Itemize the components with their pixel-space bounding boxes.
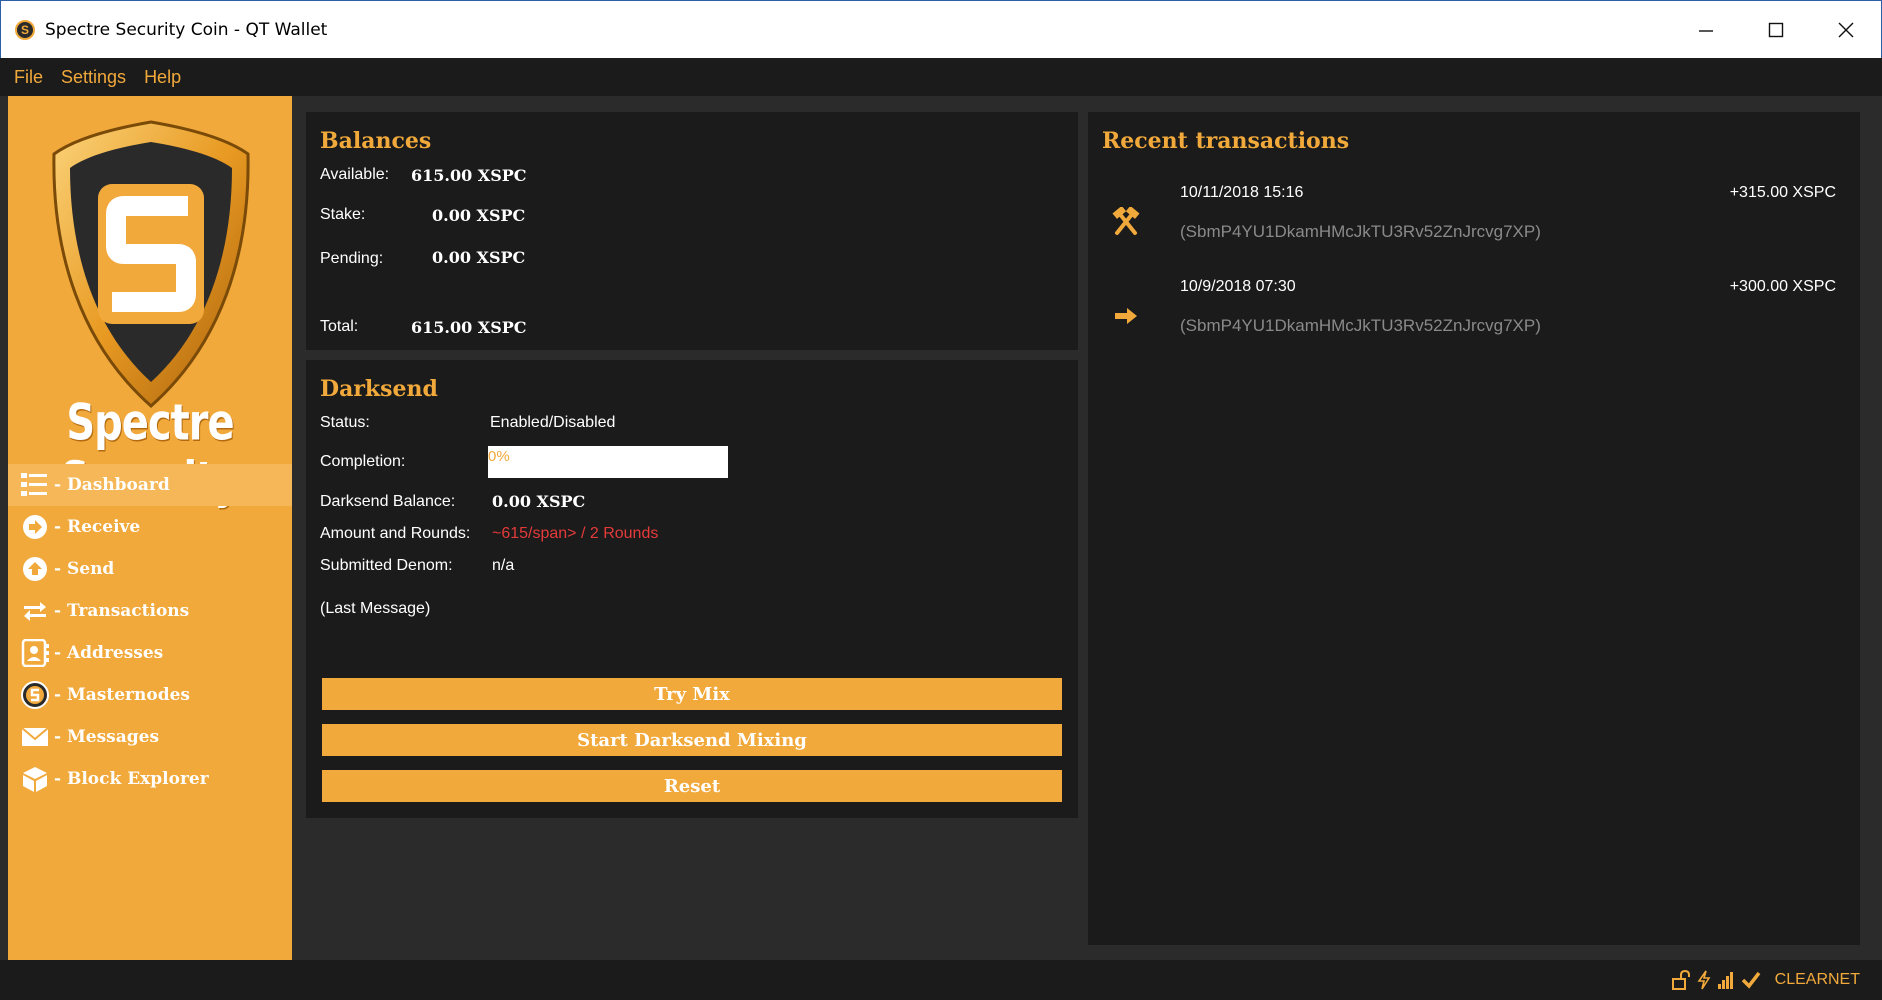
- last-message: (Last Message): [320, 600, 431, 617]
- menu-bar: File Settings Help: [0, 58, 1882, 96]
- transfer-arrows-icon: [20, 596, 50, 626]
- stake-label: Stake:: [320, 206, 366, 223]
- submitted-denom-label: Submitted Denom:: [320, 557, 453, 574]
- minimize-icon[interactable]: [1671, 1, 1741, 59]
- cube-icon: [20, 764, 50, 794]
- transaction-date: 10/11/2018 15:16: [1180, 184, 1304, 201]
- sidebar-item-label: - Addresses: [54, 643, 164, 663]
- menu-settings[interactable]: Settings: [61, 67, 126, 88]
- send-arrow-icon: [20, 554, 50, 584]
- sidebar-item-label: - Receive: [54, 517, 141, 537]
- window-title: Spectre Security Coin - QT Wallet: [45, 19, 328, 40]
- sidebar-item-label: - Block Explorer: [54, 769, 209, 789]
- lightning-icon[interactable]: [1697, 970, 1711, 990]
- available-value: 615.00 XSPC: [411, 166, 527, 185]
- sidebar-item-dashboard[interactable]: - Dashboard: [8, 464, 292, 506]
- amount-rounds-label: Amount and Rounds:: [320, 525, 471, 542]
- total-value: 615.00 XSPC: [411, 318, 527, 337]
- transaction-amount: +315.00 XSPC: [1729, 184, 1836, 201]
- sidebar-nav: - Dashboard - Receive - Send - Transacti…: [8, 464, 292, 800]
- sidebar-item-label: - Messages: [54, 727, 160, 747]
- stake-value: 0.00 XSPC: [432, 206, 526, 225]
- recent-transactions-panel: Recent transactions 10/11/2018 15:16 +31…: [1088, 112, 1860, 945]
- menu-file[interactable]: File: [14, 67, 43, 88]
- transaction-date: 10/9/2018 07:30: [1180, 278, 1296, 295]
- transaction-address: (SbmP4YU1DkamHMcJkTU3Rv52ZnJrcvg7XP): [1180, 222, 1541, 241]
- transaction-row[interactable]: 10/9/2018 07:30 +300.00 XSPC (SbmP4YU1Dk…: [1088, 278, 1868, 368]
- completion-percent: 0%: [488, 448, 510, 465]
- transaction-amount: +300.00 XSPC: [1729, 278, 1836, 295]
- checkmark-icon[interactable]: [1741, 970, 1761, 990]
- incoming-arrow-icon: [1110, 300, 1142, 332]
- dashboard-list-icon: [20, 470, 50, 500]
- start-darksend-mixing-button[interactable]: Start Darksend Mixing: [322, 724, 1062, 756]
- address-book-icon: [20, 638, 50, 668]
- pending-label: Pending:: [320, 250, 384, 267]
- completion-label: Completion:: [320, 453, 406, 470]
- total-label: Total:: [320, 318, 359, 335]
- transaction-row[interactable]: 10/11/2018 15:16 +315.00 XSPC (SbmP4YU1D…: [1088, 184, 1868, 274]
- spectre-shield-logo: [52, 120, 250, 409]
- balances-panel: Balances Available: 615.00 XSPC Stake: 0…: [306, 112, 1078, 350]
- sidebar-item-label: - Dashboard: [54, 475, 170, 495]
- darksend-panel: Darksend Status: Enabled/Disabled Comple…: [306, 360, 1078, 818]
- sidebar-item-receive[interactable]: - Receive: [8, 506, 292, 548]
- amount-rounds-value: ~615/span> / 2 Rounds: [492, 525, 659, 542]
- sidebar-item-send[interactable]: - Send: [8, 548, 292, 590]
- darksend-balance-value: 0.00 XSPC: [492, 492, 586, 511]
- sidebar-item-block-explorer[interactable]: - Block Explorer: [8, 758, 292, 800]
- sidebar-item-masternodes[interactable]: - Masternodes: [8, 674, 292, 716]
- status-label: Status:: [320, 414, 370, 431]
- available-label: Available:: [320, 166, 390, 183]
- signal-bars-icon[interactable]: [1717, 970, 1735, 990]
- darksend-heading: Darksend: [320, 376, 438, 402]
- mining-hammers-icon: [1110, 206, 1142, 238]
- spectre-coin-icon: [20, 680, 50, 710]
- sidebar-item-addresses[interactable]: - Addresses: [8, 632, 292, 674]
- spectre-logo-icon: S: [15, 19, 35, 40]
- status-bar: CLEARNET: [0, 960, 1882, 1000]
- sidebar: Spectre Security - Dashboard - Receive -…: [8, 96, 292, 960]
- darksend-balance-label: Darksend Balance:: [320, 493, 456, 510]
- sidebar-item-transactions[interactable]: - Transactions: [8, 590, 292, 632]
- try-mix-button[interactable]: Try Mix: [322, 678, 1062, 710]
- completion-progress-bar: 0%: [488, 446, 728, 478]
- sidebar-item-label: - Send: [54, 559, 115, 579]
- unlocked-padlock-icon[interactable]: [1671, 970, 1691, 990]
- submitted-denom-value: n/a: [492, 557, 515, 574]
- balances-heading: Balances: [320, 128, 432, 154]
- window-title-bar: S Spectre Security Coin - QT Wallet: [0, 0, 1882, 58]
- receive-arrow-icon: [20, 512, 50, 542]
- window-controls: [1671, 1, 1881, 59]
- recent-transactions-heading: Recent transactions: [1102, 128, 1350, 154]
- maximize-icon[interactable]: [1741, 1, 1811, 59]
- close-icon[interactable]: [1811, 1, 1881, 59]
- sidebar-item-label: - Masternodes: [54, 685, 190, 705]
- status-value: Enabled/Disabled: [490, 414, 616, 431]
- envelope-icon: [20, 722, 50, 752]
- reset-button[interactable]: Reset: [322, 770, 1062, 802]
- sidebar-item-messages[interactable]: - Messages: [8, 716, 292, 758]
- transaction-address: (SbmP4YU1DkamHMcJkTU3Rv52ZnJrcvg7XP): [1180, 316, 1541, 335]
- menu-help[interactable]: Help: [144, 67, 181, 88]
- pending-value: 0.00 XSPC: [432, 248, 526, 267]
- network-status: CLEARNET: [1774, 971, 1860, 988]
- sidebar-item-label: - Transactions: [54, 601, 190, 621]
